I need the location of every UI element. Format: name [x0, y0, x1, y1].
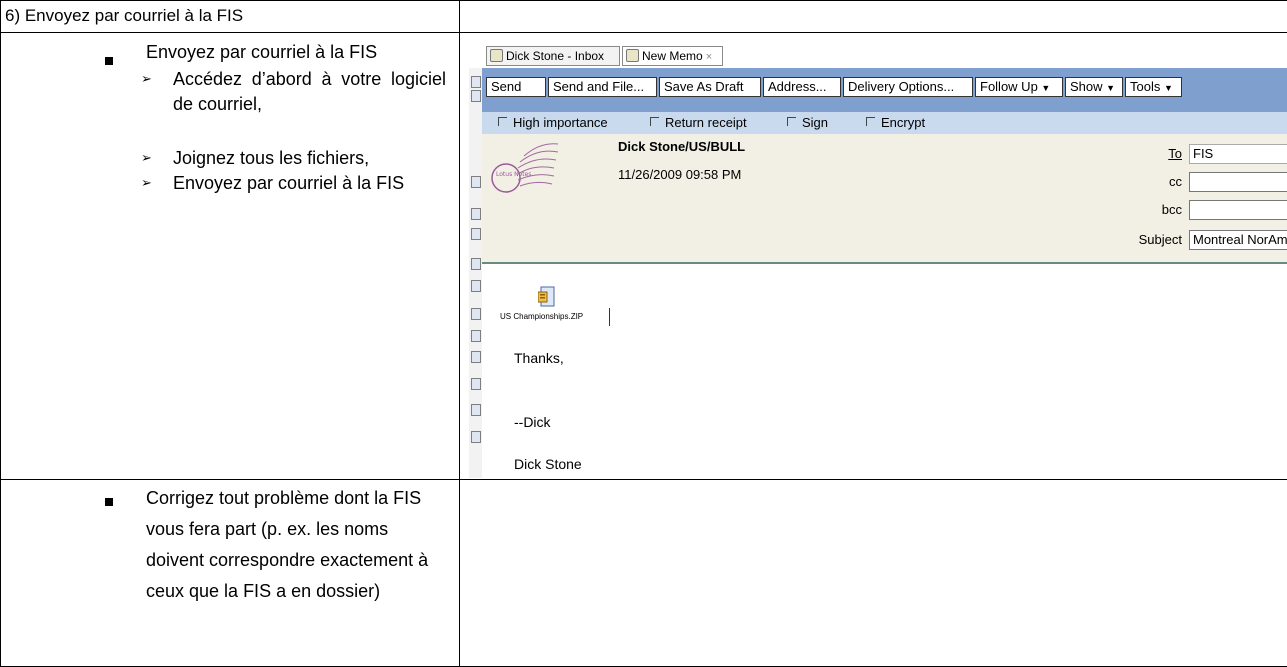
- table-row-divider: [0, 479, 1287, 480]
- close-icon[interactable]: ×: [706, 51, 712, 63]
- high-importance-checkbox[interactable]: High importance: [498, 115, 608, 131]
- sidebar-icon[interactable]: [471, 90, 481, 102]
- dropdown-arrow-icon: ▼: [1041, 83, 1051, 93]
- save-as-draft-button[interactable]: Save As Draft: [659, 77, 761, 97]
- tab-inbox[interactable]: Dick Stone - Inbox: [486, 46, 620, 66]
- checkbox-icon: [650, 117, 659, 126]
- return-receipt-checkbox[interactable]: Return receipt: [650, 115, 747, 131]
- body-line-thanks: Thanks,: [514, 350, 564, 366]
- sender-name: Dick Stone/US/BULL: [618, 139, 746, 154]
- sidebar-icon[interactable]: [471, 208, 481, 220]
- sidebar-icon[interactable]: [471, 258, 481, 270]
- dropdown-arrow-icon: ▼: [1163, 83, 1173, 93]
- high-importance-label: High importance: [513, 115, 608, 130]
- bcc-field[interactable]: [1189, 200, 1287, 220]
- checkbox-icon: [787, 117, 796, 126]
- inbox-icon: [490, 49, 503, 62]
- sidebar-icon[interactable]: [471, 280, 481, 292]
- step-heading: 6) Envoyez par courriel à la FIS: [5, 6, 244, 25]
- sidebar-icon[interactable]: [471, 176, 481, 188]
- cc-field[interactable]: [1189, 172, 1287, 192]
- delivery-options-button[interactable]: Delivery Options...: [843, 77, 973, 97]
- encrypt-label: Encrypt: [881, 115, 926, 130]
- address-button[interactable]: Address...: [763, 77, 841, 97]
- sidebar-icon[interactable]: [471, 351, 481, 363]
- encrypt-checkbox[interactable]: Encrypt: [866, 115, 925, 131]
- checkbox-icon: [498, 117, 507, 126]
- sidebar-icon[interactable]: [471, 378, 481, 390]
- show-label: Show: [1070, 79, 1103, 94]
- to-field[interactable]: FIS: [1189, 144, 1287, 164]
- sign-label: Sign: [802, 115, 829, 130]
- sign-checkbox[interactable]: Sign: [787, 115, 828, 131]
- show-button[interactable]: Show ▼: [1065, 77, 1123, 97]
- sidebar-icon[interactable]: [471, 76, 481, 88]
- text-cursor: [609, 308, 610, 326]
- table-row-divider: [0, 32, 1287, 33]
- subject-label: Subject: [1138, 232, 1182, 247]
- attachment-name[interactable]: US Championships.ZIP: [500, 312, 583, 321]
- follow-up-button[interactable]: Follow Up ▼: [975, 77, 1063, 97]
- tab-inbox-label: Dick Stone - Inbox: [506, 49, 605, 63]
- tools-button[interactable]: Tools ▼: [1125, 77, 1182, 97]
- body-line-name: Dick Stone: [514, 456, 582, 472]
- cc-label: cc: [1169, 174, 1182, 189]
- left-icon-strip: [469, 68, 483, 478]
- tab-new-memo-label: New Memo: [642, 49, 703, 63]
- bullet-email-fis: Envoyez par courriel à la FIS: [146, 42, 378, 62]
- bullet-square: [105, 57, 113, 65]
- arrow-bullet: ➢: [141, 150, 152, 165]
- checkbox-icon: [866, 117, 875, 126]
- memo-icon: [626, 49, 639, 62]
- table-border-left: [0, 0, 1, 667]
- body-line-signoff: --Dick: [514, 414, 551, 430]
- arrow-bullet: ➢: [141, 175, 152, 190]
- subject-field[interactable]: Montreal NorAm: [1189, 230, 1287, 250]
- sent-date: 11/26/2009 09:58 PM: [618, 167, 742, 182]
- send-and-file-button[interactable]: Send and File...: [548, 77, 657, 97]
- tools-label: Tools: [1130, 79, 1161, 94]
- bcc-label: bcc: [1161, 202, 1182, 217]
- follow-up-label: Follow Up: [980, 79, 1038, 94]
- sub-bullet-send-fis: Envoyez par courriel à la FIS: [173, 173, 405, 193]
- tab-new-memo[interactable]: New Memo ×: [622, 46, 723, 66]
- zip-attachment-icon[interactable]: [538, 286, 556, 308]
- to-label[interactable]: To: [1122, 146, 1182, 161]
- sidebar-icon[interactable]: [471, 431, 481, 443]
- delivery-options-bar: High importance Return receipt Sign Encr…: [482, 112, 1287, 134]
- table-column-divider: [459, 0, 460, 667]
- email-client-screenshot: Dick Stone - Inbox New Memo × Send Send a…: [469, 44, 1287, 478]
- stamp-text: Lotus Notes: [496, 171, 531, 178]
- bullet-correct-problems: Corrigez tout problème dont la FIS vous …: [146, 488, 429, 601]
- sidebar-icon[interactable]: [471, 330, 481, 342]
- memo-body[interactable]: [482, 264, 1287, 478]
- dropdown-arrow-icon: ▼: [1106, 83, 1116, 93]
- send-button[interactable]: Send: [486, 77, 546, 97]
- sidebar-icon[interactable]: [471, 404, 481, 416]
- bullet-square: [105, 498, 113, 506]
- sidebar-icon[interactable]: [471, 308, 481, 320]
- table-border-top: [0, 0, 1287, 1]
- tab-bar: Dick Stone - Inbox New Memo ×: [469, 44, 1287, 68]
- sub-bullet-attach-files: Joignez tous les fichiers,: [173, 148, 370, 168]
- postmark-stamp-icon: Lotus Notes: [491, 143, 559, 193]
- arrow-bullet: ➢: [141, 71, 152, 86]
- sub-bullet-open-email: Accédez d’abord à votre logiciel de cour…: [173, 69, 446, 114]
- memo-toolbar: Send Send and File... Save As Draft Addr…: [482, 68, 1287, 112]
- return-receipt-label: Return receipt: [665, 115, 747, 130]
- memo-header: Lotus Notes Dick Stone/US/BULL 11/26/200…: [482, 134, 1287, 264]
- sidebar-icon[interactable]: [471, 228, 481, 240]
